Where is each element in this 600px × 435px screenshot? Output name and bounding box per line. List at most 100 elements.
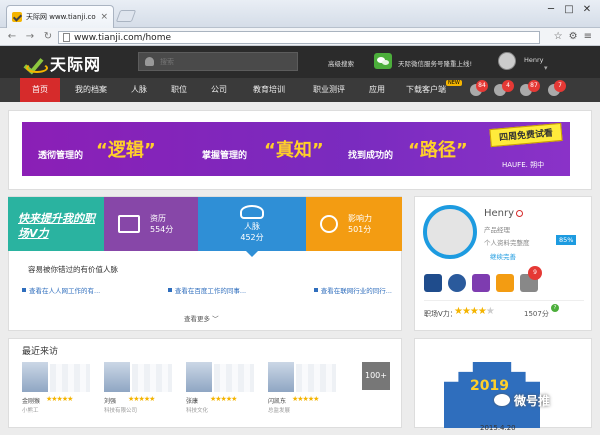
browser-tab[interactable]: 天际网 www.tianji.com - × [6, 5, 114, 28]
nav-item-education[interactable]: 教育培训 [244, 78, 294, 102]
menu-icon[interactable]: ≡ [584, 31, 592, 42]
bookmark-star-icon[interactable]: ☆ [554, 31, 563, 42]
visitor-stars: ★★★★★ [128, 395, 155, 403]
recommend-links: 查看在人人网工作的有... 查看在百度工作的同事... 查看在联网行业的同行..… [22, 285, 392, 295]
nav-item-download-client[interactable]: 下载客户端 [400, 78, 452, 102]
user-avatar[interactable] [498, 52, 516, 70]
completeness-label: 个人资料完整度 [484, 239, 530, 247]
metric-label: 人脉 [244, 222, 260, 231]
new-badge: NEW [446, 80, 462, 86]
back-icon[interactable]: ← [6, 31, 18, 42]
divider [424, 300, 584, 301]
visitor-item[interactable]: 张康 ★★★★★ 科技文化 [186, 362, 256, 418]
blurred-area [296, 364, 336, 392]
site-favicon-icon [12, 12, 22, 22]
wechat-icon[interactable] [374, 53, 392, 69]
advanced-search-link[interactable]: 高级搜索 [328, 58, 354, 68]
search-box [138, 52, 298, 71]
metric-text: 人脉 452分 [240, 221, 263, 243]
notification-count: 87 [528, 80, 540, 92]
window-controls: ─ □ ✕ [544, 4, 594, 15]
recommend-link[interactable]: 查看在联网行业的同行... [314, 285, 392, 295]
event-number: 2019 [470, 378, 509, 394]
blurred-area [132, 364, 172, 392]
logo-text: 天际网 [50, 55, 102, 74]
vpower-label: 职场V力： [424, 310, 457, 318]
help-icon[interactable]: ? [551, 304, 559, 312]
nav-item-assessment[interactable]: 职业测评 [304, 78, 354, 102]
banner-highlight: “真知” [264, 140, 324, 161]
game-badge-icon[interactable] [496, 274, 514, 292]
header-username[interactable]: Henry [524, 56, 544, 64]
notification-count: 4 [502, 80, 514, 92]
visitor-list: 金刚猴 ★★★★★ 小熊工 刘强 ★★★★★ 科技有限公司 张康 ★★★★★ 科… [22, 362, 338, 418]
profile-name[interactable]: Henry [484, 208, 514, 219]
metric-label: 资历 [150, 214, 166, 223]
search-input[interactable] [160, 57, 280, 66]
banner-text: 透彻管理的 [38, 151, 84, 161]
nav-item-companies[interactable]: 公司 [204, 78, 234, 102]
site-logo[interactable]: 天际网 [26, 51, 101, 75]
nav-item-home[interactable]: 首页 [20, 78, 60, 102]
metric-seniority[interactable]: 资历 554分 [104, 197, 198, 251]
watermark: 微号推 [514, 394, 551, 408]
metric-network[interactable]: 人脉 452分 [198, 197, 306, 251]
more-visitors-button[interactable]: 100+ [362, 362, 390, 390]
see-more-link[interactable]: 查看更多 ﹀ [184, 313, 219, 323]
visitor-name: 张康 [186, 398, 199, 405]
browser-toolbar-right: ☆ ⚙ ≡ [554, 31, 592, 42]
nav-item-jobs[interactable]: 职位 [164, 78, 194, 102]
url-input[interactable]: www.tianji.com/home [58, 31, 540, 44]
tab-title: 天际网 www.tianji.com - [26, 13, 96, 21]
banner-brand: HAUFE. 朔中 [502, 161, 545, 169]
globe-badge-icon[interactable] [448, 274, 466, 292]
visitor-photo [186, 362, 212, 392]
visitor-photo [268, 362, 294, 392]
nav-item-profile[interactable]: 我的档案 [66, 78, 116, 102]
visitor-item[interactable]: 金刚猴 ★★★★★ 小熊工 [22, 362, 92, 418]
metric-text: 影响力 501分 [348, 213, 372, 235]
profile-avatar[interactable] [423, 205, 477, 259]
chevron-down-icon[interactable]: ▾ [544, 64, 548, 72]
blurred-area [214, 364, 254, 392]
new-tab-button[interactable] [115, 10, 137, 22]
metric-text: 资历 554分 [150, 213, 173, 235]
app-badge-icon[interactable] [472, 274, 490, 292]
tab-close-icon[interactable]: × [100, 12, 108, 22]
continue-profile-link[interactable]: 继续完善 [490, 251, 516, 261]
id-badge-icon[interactable] [424, 274, 442, 292]
forward-icon[interactable]: → [24, 31, 36, 42]
nav-item-network[interactable]: 人脉 [124, 78, 154, 102]
metric-influence[interactable]: 影响力 501分 [306, 197, 402, 251]
recommend-link[interactable]: 查看在百度工作的同事... [168, 285, 246, 295]
close-window-icon[interactable]: ✕ [580, 4, 594, 15]
wrench-icon[interactable]: ⚙ [569, 31, 578, 42]
banner-text: 掌握管理的 [202, 151, 248, 161]
maximize-icon[interactable]: □ [562, 4, 576, 15]
gender-icon [516, 210, 523, 217]
completeness-badge: 85% [556, 235, 577, 245]
event-date: 2015.4.20 [480, 424, 516, 432]
visitors-title: 最近来访 [22, 347, 59, 357]
logo-mark-icon [26, 53, 48, 73]
people-icon [240, 205, 264, 219]
recommend-link[interactable]: 查看在人人网工作的有... [22, 285, 100, 295]
person-search-icon [145, 57, 154, 66]
nav-item-apps[interactable]: 应用 [362, 78, 392, 102]
badge-count: 9 [528, 266, 542, 280]
browser-tab-strip: 天际网 www.tianji.com - × ─ □ ✕ [0, 0, 600, 28]
improve-vpower-panel[interactable]: 快来提升我的职场V力 [8, 197, 104, 251]
promo-banner[interactable]: 透彻管理的 “逻辑” 掌握管理的 “真知” 找到成功的 “路径” 四周免费试看 … [22, 122, 570, 176]
visitor-item[interactable]: 闪凯东 ★★★★★ 总监发展 [268, 362, 338, 418]
visitor-photo [22, 362, 48, 392]
visitor-item[interactable]: 刘强 ★★★★★ 科技有限公司 [104, 362, 174, 418]
active-tab-pointer [246, 251, 258, 257]
wechat-announcement[interactable]: 天际微信服务号隆重上线! [398, 58, 472, 68]
metric-value: 452分 [240, 233, 264, 242]
minimize-icon[interactable]: ─ [544, 4, 558, 15]
free-trial-button[interactable]: 四周免费试看 [489, 122, 563, 148]
notification-count: 7 [554, 80, 566, 92]
reload-icon[interactable]: ↻ [42, 31, 54, 42]
metric-value: 501分 [348, 225, 372, 234]
visitor-sub: 科技文化 [186, 408, 209, 414]
